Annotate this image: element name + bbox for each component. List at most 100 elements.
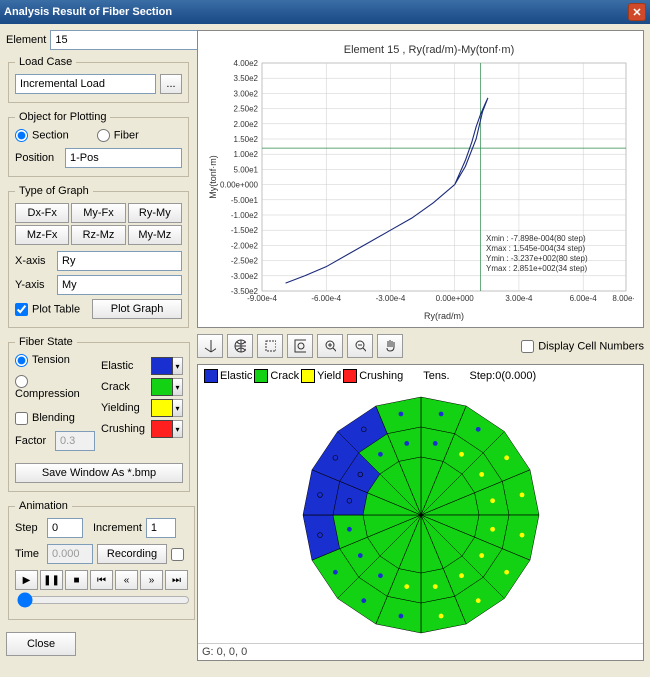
stop-button[interactable]: ■ <box>65 570 88 590</box>
svg-text:-2.50e2: -2.50e2 <box>231 257 259 266</box>
yaxis-select[interactable]: My <box>57 275 182 295</box>
title-bar: Analysis Result of Fiber Section ✕ <box>0 0 650 24</box>
axes-icon[interactable] <box>197 334 223 358</box>
svg-text:0.00e+000: 0.00e+000 <box>436 294 475 303</box>
swatch-crushing <box>151 420 173 438</box>
anim-slider[interactable] <box>17 592 190 608</box>
graph-panel: Element 15 , Ry(rad/m)-My(tonf·m)-9.00e-… <box>197 30 644 328</box>
svg-text:6.00e-4: 6.00e-4 <box>570 294 598 303</box>
btn-ry-my[interactable]: Ry-My <box>128 203 182 223</box>
radio-compression[interactable]: Compression <box>15 375 80 400</box>
factor-label: Factor <box>15 435 51 447</box>
zoom-in-icon[interactable] <box>317 334 343 358</box>
left-panel: Element En Load Case Incremental Load ..… <box>6 30 191 661</box>
svg-text:Ymin : -3.237e+002(80 step): Ymin : -3.237e+002(80 step) <box>486 254 588 263</box>
time-field <box>47 544 93 564</box>
radio-fiber[interactable]: Fiber <box>97 129 139 142</box>
loadcase-more-button[interactable]: ... <box>160 74 182 94</box>
loadcase-select[interactable]: Incremental Load <box>15 74 156 94</box>
svg-text:1.00e2: 1.00e2 <box>234 150 259 159</box>
swatch-crack <box>151 378 173 396</box>
svg-text:3.50e2: 3.50e2 <box>234 74 259 83</box>
display-cell-check[interactable]: Display Cell Numbers <box>521 340 644 353</box>
first-button[interactable]: ⏮ <box>90 570 113 590</box>
zoom-fit-icon[interactable] <box>287 334 313 358</box>
zoom-window-icon[interactable] <box>257 334 283 358</box>
svg-text:-3.00e-4: -3.00e-4 <box>376 294 406 303</box>
yaxis-label: Y-axis <box>15 279 51 291</box>
xaxis-select[interactable]: Ry <box>57 251 182 271</box>
right-panel: Element 15 , Ry(rad/m)-My(tonf·m)-9.00e-… <box>197 30 644 661</box>
position-label: Position <box>15 152 61 164</box>
svg-text:0.00e+000: 0.00e+000 <box>220 181 259 190</box>
svg-text:-3.50e2: -3.50e2 <box>231 287 259 296</box>
swatch-elastic <box>151 357 173 375</box>
zoom-out-icon[interactable] <box>347 334 373 358</box>
swatch-yield-drop[interactable]: ▾ <box>173 399 183 417</box>
radio-tension[interactable]: Tension <box>15 354 70 366</box>
type-of-graph-group: Type of Graph Dx-Fx My-Fx Ry-My Mz-Fx Rz… <box>8 185 189 328</box>
svg-text:2.50e2: 2.50e2 <box>234 105 259 114</box>
btn-my-fx[interactable]: My-Fx <box>71 203 125 223</box>
last-button[interactable]: ⏭ <box>165 570 188 590</box>
increment-label: Increment <box>93 522 142 534</box>
view-toolbar <box>197 334 403 358</box>
svg-text:-3.00e2: -3.00e2 <box>231 272 259 281</box>
btn-mz-fx[interactable]: Mz-Fx <box>15 225 69 245</box>
animation-group: Animation Step Increment Time Recording … <box>8 500 195 620</box>
svg-text:-2.00e2: -2.00e2 <box>231 241 259 250</box>
svg-text:-1.00e2: -1.00e2 <box>231 211 259 220</box>
svg-text:Ymax : 2.851e+002(34 step): Ymax : 2.851e+002(34 step) <box>486 264 588 273</box>
time-label: Time <box>15 548 43 560</box>
svg-text:Element 15 , Ry(rad/m)-My(tonf: Element 15 , Ry(rad/m)-My(tonf·m) <box>344 44 515 56</box>
plot-table-check[interactable]: Plot Table <box>15 303 80 316</box>
increment-field[interactable] <box>146 518 176 538</box>
window-title: Analysis Result of Fiber Section <box>4 6 172 18</box>
recording-check[interactable] <box>171 548 184 561</box>
swatch-crack-drop[interactable]: ▾ <box>173 378 183 396</box>
save-window-button[interactable]: Save Window As *.bmp <box>15 463 183 483</box>
play-button[interactable]: ▶ <box>15 570 38 590</box>
svg-text:Ry(rad/m): Ry(rad/m) <box>424 311 464 321</box>
rewind-button[interactable]: « <box>115 570 138 590</box>
swatch-crush-drop[interactable]: ▾ <box>173 420 183 438</box>
plot-graph-button[interactable]: Plot Graph <box>92 299 182 319</box>
svg-text:-6.00e-4: -6.00e-4 <box>311 294 341 303</box>
btn-my-mz[interactable]: My-Mz <box>128 225 182 245</box>
svg-text:4.00e2: 4.00e2 <box>234 59 259 68</box>
recording-button[interactable]: Recording <box>97 544 167 564</box>
radio-section[interactable]: Section <box>15 129 69 142</box>
check-blending[interactable]: Blending <box>15 412 75 424</box>
pause-button[interactable]: ❚❚ <box>40 570 63 590</box>
fiber-panel: Elastic Crack Yield Crushing Tens. Step:… <box>197 364 644 661</box>
object-plotting-group: Object for Plotting Section Fiber Positi… <box>8 111 189 177</box>
pan-icon[interactable] <box>377 334 403 358</box>
forward-button[interactable]: » <box>140 570 163 590</box>
swatch-yielding <box>151 399 173 417</box>
fiber-state-group: Fiber State Tension Compression Blending… <box>8 336 190 492</box>
swatch-elastic-drop[interactable]: ▾ <box>173 357 183 375</box>
position-select[interactable]: 1-Pos <box>65 148 182 168</box>
svg-text:2.00e2: 2.00e2 <box>234 120 259 129</box>
btn-rz-mz[interactable]: Rz-Mz <box>71 225 125 245</box>
loadcase-group: Load Case Incremental Load ... <box>8 56 189 103</box>
xaxis-label: X-axis <box>15 255 51 267</box>
element-field[interactable] <box>50 30 202 50</box>
svg-text:8.00e-4: 8.00e-4 <box>612 294 634 303</box>
close-button[interactable]: Close <box>6 632 76 656</box>
close-icon[interactable]: ✕ <box>628 3 646 21</box>
fiber-section <box>206 387 636 643</box>
factor-field <box>55 431 95 451</box>
svg-text:1.50e2: 1.50e2 <box>234 135 259 144</box>
svg-text:3.00e2: 3.00e2 <box>234 89 259 98</box>
svg-text:3.00e-4: 3.00e-4 <box>505 294 533 303</box>
svg-text:-1.50e2: -1.50e2 <box>231 226 259 235</box>
svg-text:My(tonf·m): My(tonf·m) <box>208 155 218 199</box>
svg-text:Xmax : 1.545e-004(34 step): Xmax : 1.545e-004(34 step) <box>486 244 586 253</box>
step-label: Step <box>15 522 43 534</box>
svg-text:Xmin : -7.898e-004(80 step): Xmin : -7.898e-004(80 step) <box>486 234 586 243</box>
globe-icon[interactable] <box>227 334 253 358</box>
btn-dx-fx[interactable]: Dx-Fx <box>15 203 69 223</box>
element-label: Element <box>6 34 46 46</box>
step-field[interactable] <box>47 518 83 538</box>
